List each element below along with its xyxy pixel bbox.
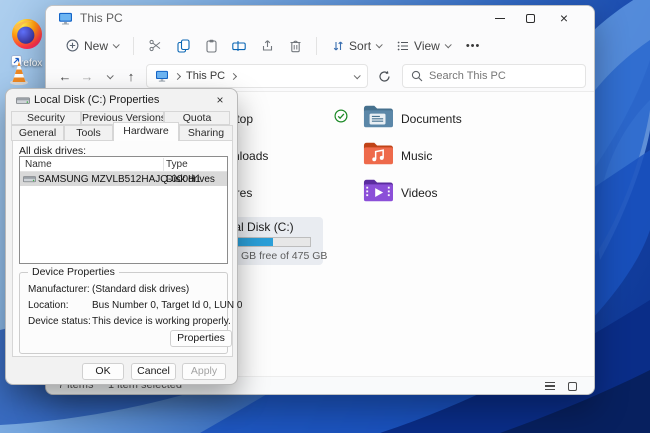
sort-button-label: Sort	[349, 39, 371, 53]
this-pc-icon	[58, 12, 73, 25]
view-button[interactable]: View	[389, 33, 458, 59]
copy-button[interactable]	[169, 33, 197, 59]
chevron-down-icon	[444, 41, 451, 48]
apply-button-disabled[interactable]: Apply	[182, 363, 226, 380]
back-button[interactable]: ←	[54, 65, 76, 87]
music-folder-icon[interactable]	[363, 140, 393, 171]
toolbar-divider	[316, 37, 317, 55]
minimize-button[interactable]	[486, 6, 514, 30]
paste-button[interactable]	[197, 33, 225, 59]
firefox-icon	[10, 17, 44, 51]
address-dropdown-icon[interactable]	[354, 72, 361, 79]
drive-free-space: GB free of 475 GB	[241, 250, 327, 262]
up-button[interactable]: ↑	[120, 65, 142, 87]
this-pc-icon	[155, 70, 169, 82]
folder-label-music[interactable]: Music	[401, 149, 432, 163]
disk-drives-list[interactable]: Name Type SAMSUNG MZVLB512HAJQ-000H1 Dis…	[19, 156, 228, 264]
breadcrumb[interactable]: This PC	[146, 64, 368, 88]
dialog-close-button[interactable]: ×	[210, 92, 230, 108]
device-status-value: This device is working properly.	[92, 316, 231, 327]
search-icon	[411, 70, 423, 82]
copy-icon	[177, 39, 190, 53]
dialog-title: Local Disk (C:) Properties	[34, 94, 159, 106]
forward-button[interactable]: →	[76, 65, 98, 87]
desktop-icon-vlc[interactable]	[2, 60, 36, 91]
tab-general[interactable]: General	[11, 125, 64, 141]
recent-locations-button[interactable]	[98, 65, 120, 87]
properties-button[interactable]: Properties	[170, 330, 232, 347]
chevron-down-icon	[106, 72, 113, 79]
vlc-cone-icon	[9, 60, 29, 86]
manufacturer-value: (Standard disk drives)	[92, 284, 189, 295]
group-title: Device Properties	[28, 266, 119, 278]
ok-button[interactable]: OK	[82, 363, 124, 380]
view-button-label: View	[414, 39, 440, 53]
videos-folder-icon[interactable]	[363, 177, 393, 208]
refresh-icon	[378, 70, 391, 83]
command-bar: New	[46, 30, 594, 61]
location-value: Bus Number 0, Target Id 0, LUN 0	[92, 300, 242, 311]
paste-icon	[205, 39, 218, 53]
manufacturer-label: Manufacturer:	[28, 284, 90, 295]
search-box[interactable]	[402, 64, 586, 88]
hardware-tab-page: All disk drives: Name Type SAMSUNG MZVLB…	[12, 140, 233, 357]
close-button[interactable]: ×	[550, 6, 578, 30]
share-button[interactable]	[253, 33, 281, 59]
scissors-icon	[149, 39, 162, 52]
refresh-button[interactable]	[372, 65, 396, 87]
new-button-label: New	[84, 39, 108, 53]
explorer-titlebar[interactable]: This PC ×	[46, 6, 594, 30]
rename-icon	[232, 40, 246, 52]
device-status-label: Device status:	[28, 316, 91, 327]
details-view-toggle[interactable]	[542, 380, 558, 392]
sort-button[interactable]: Sort	[324, 33, 389, 59]
delete-button[interactable]	[281, 33, 309, 59]
location-label: Location:	[28, 300, 69, 311]
cut-button[interactable]	[141, 33, 169, 59]
window-title: This PC	[80, 11, 123, 25]
plus-circle-icon	[66, 39, 79, 52]
chevron-right-icon	[230, 72, 237, 79]
see-more-button[interactable]: •••	[458, 40, 489, 52]
properties-dialog: Local Disk (C:) Properties × Security Pr…	[5, 88, 238, 385]
address-bar: ← → ↑ This PC	[46, 61, 594, 91]
dialog-titlebar[interactable]: Local Disk (C:) Properties ×	[6, 89, 237, 111]
tab-sharing[interactable]: Sharing	[179, 125, 233, 141]
list-header: Name Type	[20, 157, 227, 172]
breadcrumb-this-pc[interactable]: This PC	[186, 70, 225, 82]
cancel-button[interactable]: Cancel	[131, 363, 176, 380]
drive-icon	[16, 95, 30, 109]
rename-button[interactable]	[225, 33, 253, 59]
tab-tools[interactable]: Tools	[64, 125, 113, 141]
folder-label-documents[interactable]: Documents	[401, 112, 462, 126]
view-icon	[397, 40, 409, 52]
toolbar-divider	[133, 37, 134, 55]
trash-icon	[289, 39, 302, 53]
documents-folder-icon[interactable]	[363, 103, 393, 134]
column-name[interactable]: Name	[25, 159, 52, 170]
disk-drive-row[interactable]: SAMSUNG MZVLB512HAJQ-000H1 Disk drives	[20, 172, 227, 186]
tab-hardware[interactable]: Hardware	[113, 122, 179, 141]
device-properties-group: Device Properties Manufacturer: (Standar…	[19, 272, 228, 354]
folder-label-videos[interactable]: Videos	[401, 186, 437, 200]
sync-available-icon	[334, 109, 348, 128]
chevron-down-icon	[113, 41, 120, 48]
column-type[interactable]: Type	[166, 159, 188, 170]
icons-view-toggle[interactable]	[564, 380, 580, 392]
chevron-down-icon	[376, 41, 383, 48]
maximize-button[interactable]	[516, 6, 544, 30]
disk-drive-type: Disk drives	[166, 174, 215, 185]
disk-drive-icon	[23, 174, 36, 187]
sort-icon	[332, 40, 344, 52]
chevron-right-icon	[174, 72, 181, 79]
new-button[interactable]: New	[58, 33, 126, 59]
tab-security[interactable]: Security	[11, 111, 81, 125]
share-icon	[261, 39, 274, 52]
search-input[interactable]	[429, 70, 577, 82]
